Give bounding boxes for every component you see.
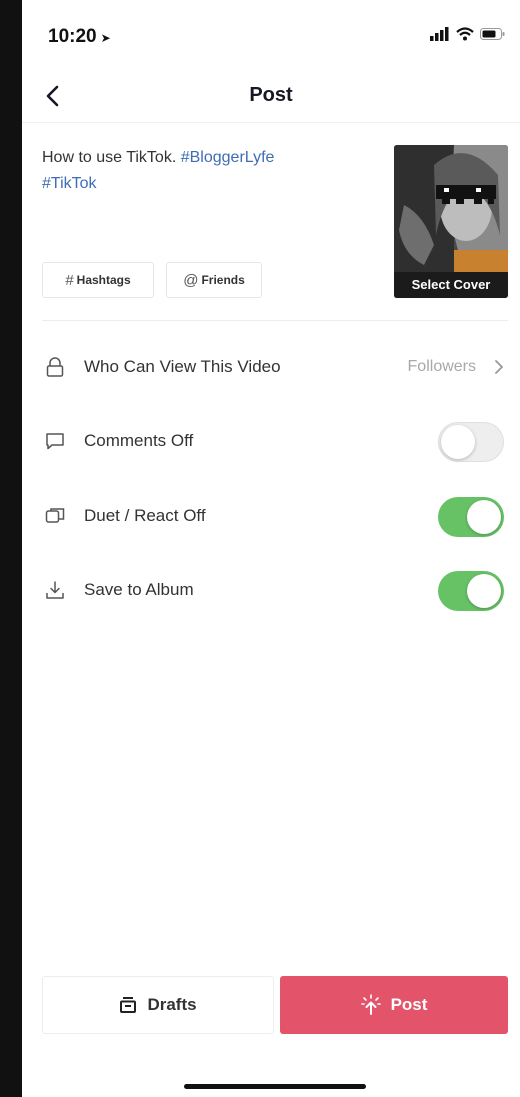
battery-icon <box>480 28 505 40</box>
caption-input[interactable]: How to use TikTok. #BloggerLyfe #TikTok <box>42 145 362 197</box>
comments-toggle[interactable] <box>438 422 504 462</box>
status-time-text: 10:20 <box>48 26 97 47</box>
comments-row: Comments Off <box>22 412 520 472</box>
save-to-album-label: Save to Album <box>84 580 194 599</box>
post-screen: 10:20 ➤ Post How to use TikTok. #Blogger… <box>22 0 520 1097</box>
save-to-album-row: Save to Album <box>22 561 520 621</box>
location-icon: ➤ <box>100 31 111 45</box>
select-cover-label: Select Cover <box>394 272 508 298</box>
who-can-view-label: Who Can View This Video <box>84 357 281 376</box>
duet-icon <box>45 508 65 523</box>
drafts-button[interactable]: Drafts <box>42 976 274 1034</box>
comment-icon <box>46 433 64 450</box>
friends-button[interactable]: @ Friends <box>166 262 262 298</box>
drafts-box-icon <box>120 997 137 1013</box>
divider <box>42 320 508 321</box>
nav-header: Post <box>22 70 520 123</box>
status-bar: 10:20 ➤ <box>22 0 520 70</box>
save-to-album-toggle[interactable] <box>438 571 504 611</box>
upload-sparkle-icon <box>360 994 381 1015</box>
toggle-knob <box>467 500 501 534</box>
who-can-view-value: Followers <box>407 358 476 375</box>
friends-label: Friends <box>201 273 245 287</box>
caption-text: How to use TikTok. <box>42 149 181 166</box>
who-can-view-row[interactable]: Who Can View This Video Followers <box>22 338 520 398</box>
caption-hashtag: #BloggerLyfe <box>180 149 275 166</box>
duet-react-label: Duet / React Off <box>84 506 206 525</box>
caption-hashtag: #TikTok <box>42 175 97 192</box>
drafts-label: Drafts <box>147 995 197 1014</box>
status-icons <box>430 27 506 41</box>
post-button[interactable]: Post <box>280 976 508 1034</box>
toggle-knob <box>467 574 501 608</box>
hashtags-button[interactable]: # Hashtags <box>42 262 154 298</box>
toggle-knob <box>441 425 475 459</box>
at-icon: @ <box>183 271 199 289</box>
select-cover-button[interactable]: Select Cover <box>394 145 508 298</box>
hashtags-label: Hashtags <box>76 273 131 287</box>
duet-react-row: Duet / React Off <box>22 487 520 547</box>
post-label: Post <box>390 995 428 1014</box>
wifi-icon <box>456 27 474 41</box>
duet-react-toggle[interactable] <box>438 497 504 537</box>
home-indicator <box>184 1084 366 1089</box>
lock-icon <box>46 357 64 377</box>
download-icon <box>46 581 64 599</box>
hash-icon: # <box>65 271 74 289</box>
page-title: Post <box>249 84 293 106</box>
status-time: 10:20 ➤ <box>48 26 111 48</box>
comments-label: Comments Off <box>84 431 194 450</box>
chevron-right-icon <box>495 360 503 374</box>
signal-icon <box>430 27 449 41</box>
